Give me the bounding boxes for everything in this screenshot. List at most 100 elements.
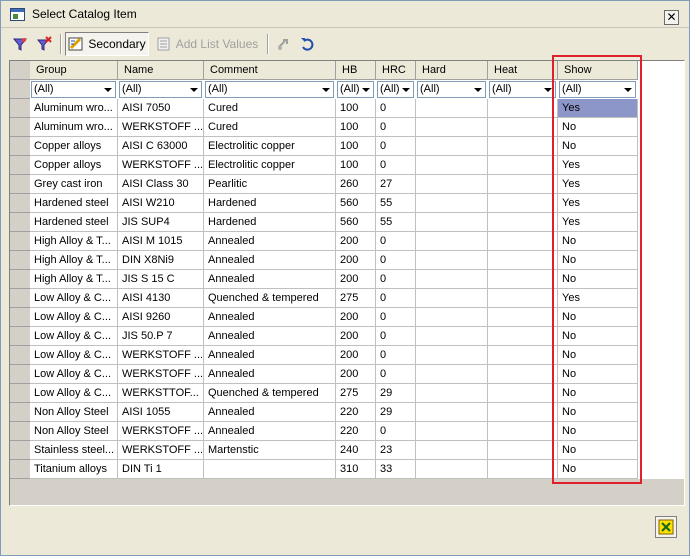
cell-comment: Annealed bbox=[204, 346, 336, 365]
add-list-values-label: Add List Values bbox=[175, 37, 259, 51]
undo-button[interactable] bbox=[296, 32, 318, 56]
cell-hard bbox=[416, 289, 488, 308]
cell-comment: Annealed bbox=[204, 422, 336, 441]
cell-group: High Alloy & T... bbox=[30, 270, 118, 289]
table-row[interactable]: Non Alloy Steel AISI 1055 Annealed 220 29 No bbox=[30, 403, 638, 422]
table-row[interactable]: Copper alloys AISI C 63000 Electrolitic co… bbox=[30, 137, 638, 156]
row-selector[interactable] bbox=[10, 194, 30, 213]
row-selector[interactable] bbox=[10, 403, 30, 422]
close-button[interactable]: ✕ bbox=[664, 10, 679, 25]
cell-hrc: 0 bbox=[376, 289, 416, 308]
row-selector[interactable] bbox=[10, 137, 30, 156]
cell-name: WERKSTOFF ... bbox=[118, 118, 204, 137]
table-row[interactable]: Aluminum wro... WERKSTOFF ... Cured 100 0 No bbox=[30, 118, 638, 137]
table-row[interactable]: Non Alloy Steel WERKSTOFF ... Annealed 220 0… bbox=[30, 422, 638, 441]
cell-hrc: 0 bbox=[376, 346, 416, 365]
cell-group: Copper alloys bbox=[30, 156, 118, 175]
row-selector[interactable] bbox=[10, 384, 30, 403]
filter-dropdown-comment[interactable]: (All) bbox=[205, 81, 334, 98]
row-selector[interactable] bbox=[10, 156, 30, 175]
filter-dropdown-name[interactable]: (All) bbox=[119, 81, 202, 98]
table-row[interactable]: Low Alloy & C... JIS 50.P 7 Annealed 200 0 No bbox=[30, 327, 638, 346]
row-selector[interactable] bbox=[10, 346, 30, 365]
column-header-comment[interactable]: Comment bbox=[204, 61, 336, 80]
cell-heat bbox=[488, 99, 558, 118]
cell-hrc: 27 bbox=[376, 175, 416, 194]
cell-comment: Annealed bbox=[204, 232, 336, 251]
table-row[interactable]: Low Alloy & C... WERKSTOFF ... Annealed 200… bbox=[30, 365, 638, 384]
cell-group: Aluminum wro... bbox=[30, 118, 118, 137]
column-header-hrc[interactable]: HRC bbox=[376, 61, 416, 80]
filter-value: (All) bbox=[420, 83, 440, 95]
cell-group: Low Alloy & C... bbox=[30, 384, 118, 403]
secondary-toggle[interactable]: Secondary bbox=[65, 32, 149, 56]
clear-filter-button[interactable] bbox=[33, 32, 55, 56]
cell-comment: Annealed bbox=[204, 251, 336, 270]
row-selector[interactable] bbox=[10, 251, 30, 270]
table-row[interactable]: High Alloy & T... JIS S 15 C Annealed 200 0 N… bbox=[30, 270, 638, 289]
table-row[interactable]: Copper alloys WERKSTOFF ... Electrolitic c… bbox=[30, 156, 638, 175]
row-selector[interactable] bbox=[10, 213, 30, 232]
chevron-down-icon bbox=[359, 83, 372, 96]
cell-hard bbox=[416, 346, 488, 365]
table-row[interactable]: Aluminum wro... AISI 7050 Cured 100 0 Yes bbox=[30, 99, 638, 118]
column-header-heat[interactable]: Heat bbox=[488, 61, 558, 80]
cell-heat bbox=[488, 441, 558, 460]
table-row[interactable]: Low Alloy & C... WERKSTTOF... Quenched & t… bbox=[30, 384, 638, 403]
row-selector[interactable] bbox=[10, 365, 30, 384]
table-row[interactable]: Hardened steel AISI W210 Hardened 560 55 Yes bbox=[30, 194, 638, 213]
table-row[interactable]: Grey cast iron AISI Class 30 Pearlitic 260 2… bbox=[30, 175, 638, 194]
row-selector[interactable] bbox=[10, 327, 30, 346]
row-selector[interactable] bbox=[10, 232, 30, 251]
column-header-hb[interactable]: HB bbox=[336, 61, 376, 80]
cell-hb: 100 bbox=[336, 118, 376, 137]
cell-name: AISI M 1015 bbox=[118, 232, 204, 251]
cell-hard bbox=[416, 175, 488, 194]
filter-dropdown-hrc[interactable]: (All) bbox=[377, 81, 414, 98]
filter-dropdown-hb[interactable]: (All) bbox=[337, 81, 374, 98]
row-selector[interactable] bbox=[10, 460, 30, 479]
row-selector[interactable] bbox=[10, 99, 30, 118]
table-row[interactable]: Stainless steel... WERKSTOFF ... Martensti… bbox=[30, 441, 638, 460]
filter-dropdown-hard[interactable]: (All) bbox=[417, 81, 486, 98]
cell-name: WERKSTOFF ... bbox=[118, 441, 204, 460]
cell-hrc: 0 bbox=[376, 365, 416, 384]
row-selector[interactable] bbox=[10, 422, 30, 441]
cell-hb: 200 bbox=[336, 308, 376, 327]
row-selector[interactable] bbox=[10, 441, 30, 460]
column-header-name[interactable]: Name bbox=[118, 61, 204, 80]
table-row[interactable]: Low Alloy & C... AISI 4130 Quenched & temp… bbox=[30, 289, 638, 308]
cell-group: High Alloy & T... bbox=[30, 232, 118, 251]
table-row[interactable]: Hardened steel JIS SUP4 Hardened 560 55 Yes bbox=[30, 213, 638, 232]
toolbar-separator bbox=[267, 34, 269, 54]
row-selector[interactable] bbox=[10, 289, 30, 308]
table-row[interactable]: Titanium alloys DIN Ti 1 310 33 No bbox=[30, 460, 638, 479]
table-row[interactable]: High Alloy & T... AISI M 1015 Annealed 200 0… bbox=[30, 232, 638, 251]
filter-dropdown-heat[interactable]: (All) bbox=[489, 81, 556, 98]
row-selector[interactable] bbox=[10, 270, 30, 289]
table-row[interactable]: High Alloy & T... DIN X8Ni9 Annealed 200 0 No bbox=[30, 251, 638, 270]
table-row[interactable]: Low Alloy & C... AISI 9260 Annealed 200 0 No bbox=[30, 308, 638, 327]
cell-hard bbox=[416, 308, 488, 327]
column-header-group[interactable]: Group bbox=[30, 61, 118, 80]
row-selector[interactable] bbox=[10, 175, 30, 194]
row-selector[interactable] bbox=[10, 308, 30, 327]
column-header-hard[interactable]: Hard bbox=[416, 61, 488, 80]
row-selector[interactable] bbox=[10, 118, 30, 137]
add-list-values-button[interactable]: Add List Values bbox=[151, 32, 263, 56]
cell-hard bbox=[416, 251, 488, 270]
filter-button[interactable] bbox=[9, 32, 31, 56]
cell-heat bbox=[488, 422, 558, 441]
cell-name: WERKSTOFF ... bbox=[118, 346, 204, 365]
excel-export-button[interactable] bbox=[655, 516, 677, 538]
link-button[interactable] bbox=[273, 32, 295, 56]
toolbar-separator bbox=[60, 34, 62, 54]
cell-name: DIN Ti 1 bbox=[118, 460, 204, 479]
link-icon bbox=[278, 39, 288, 50]
cell-name: AISI 4130 bbox=[118, 289, 204, 308]
table-row[interactable]: Low Alloy & C... WERKSTOFF ... Annealed 200… bbox=[30, 346, 638, 365]
cell-hard bbox=[416, 232, 488, 251]
title-bar: Select Catalog Item ✕ bbox=[1, 1, 689, 28]
filter-dropdown-group[interactable]: (All) bbox=[31, 81, 116, 98]
cell-hard bbox=[416, 460, 488, 479]
